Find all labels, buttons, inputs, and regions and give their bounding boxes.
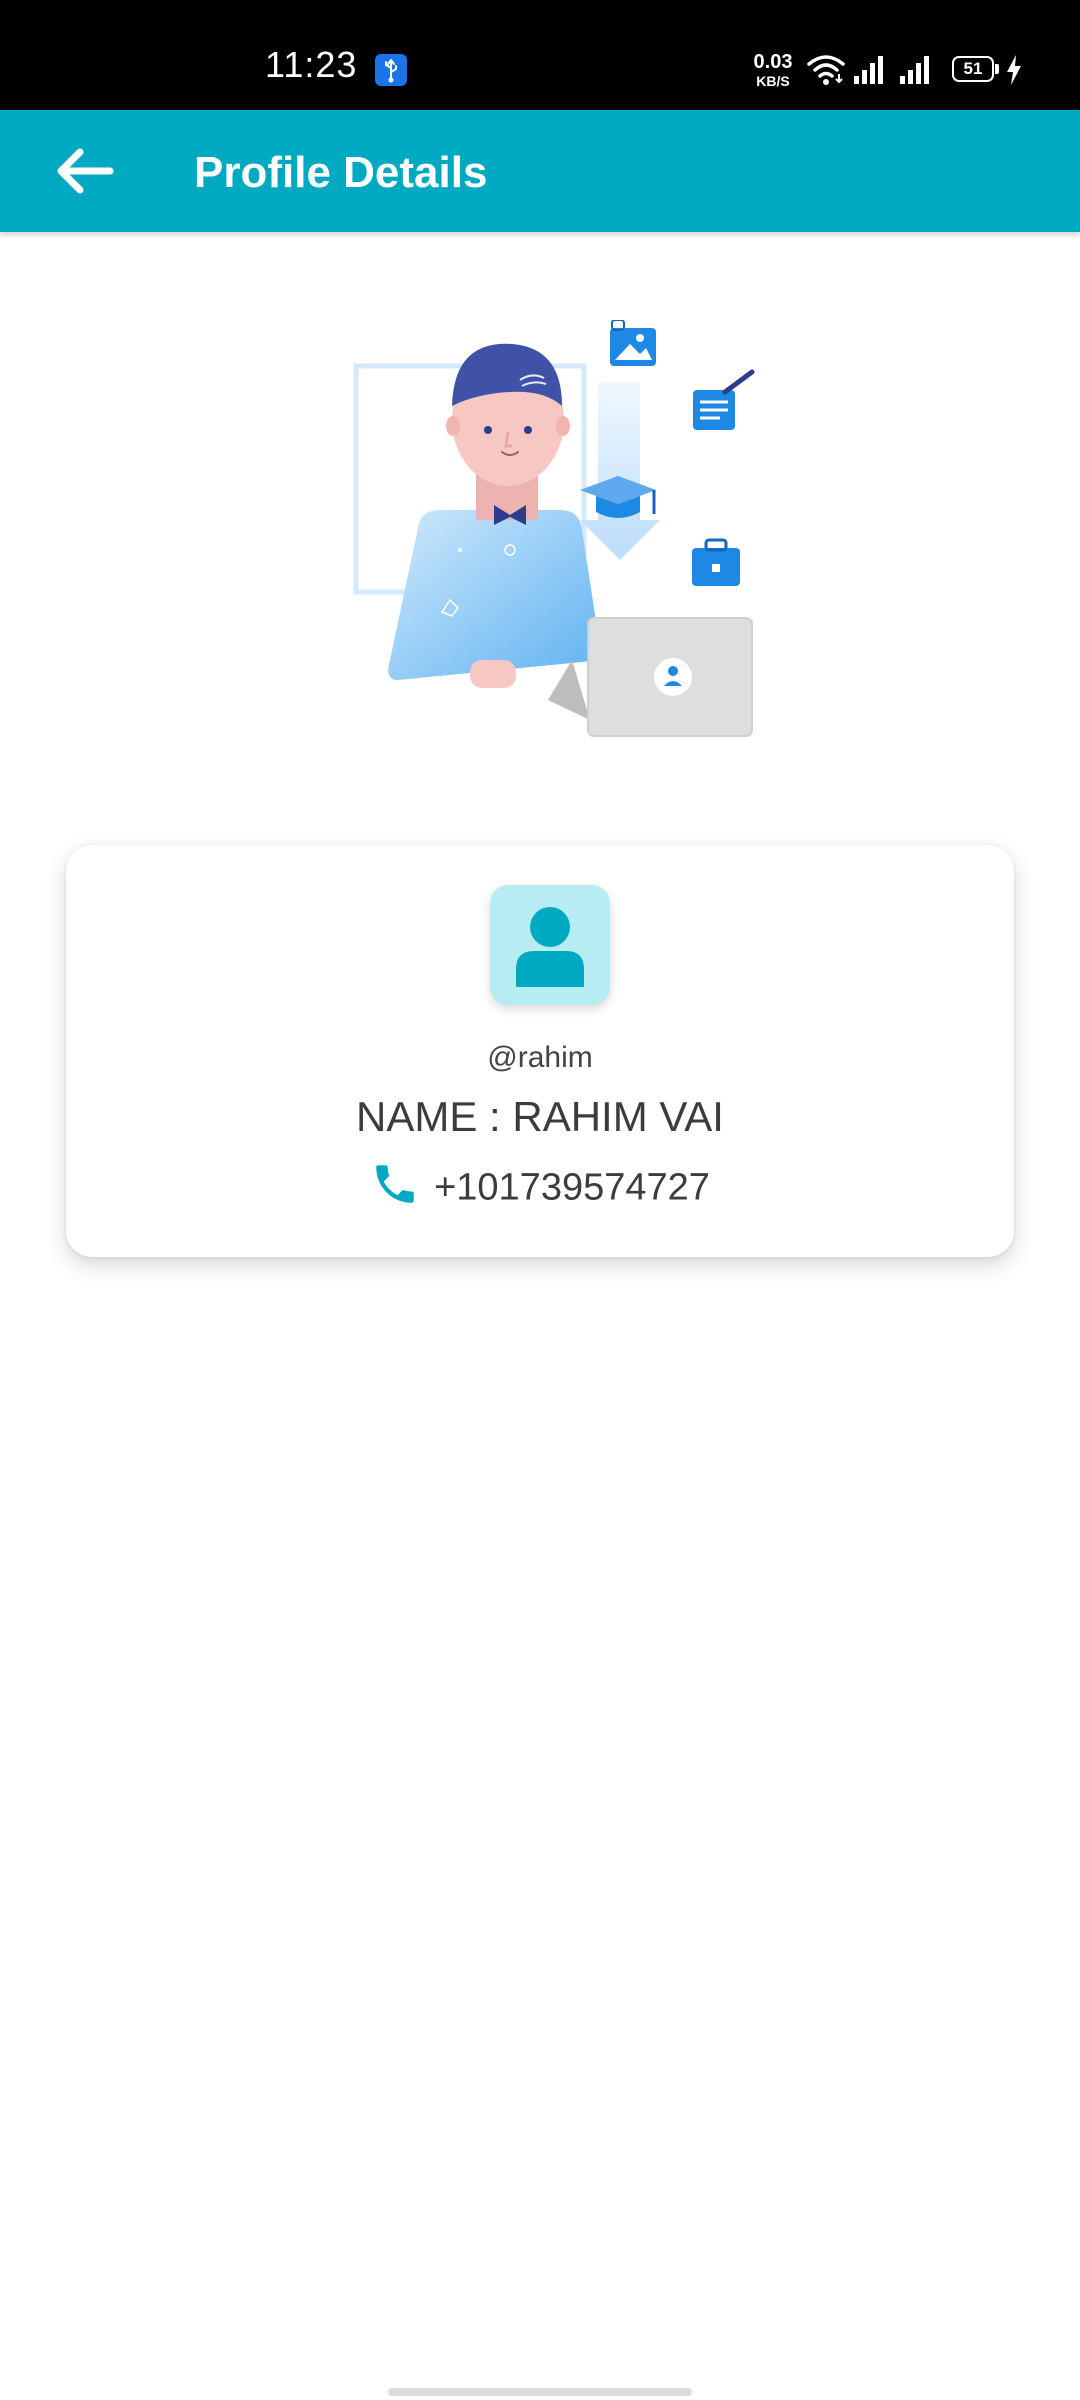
phone-icon [376, 1165, 414, 1203]
phone-number: +101739574727 [434, 1166, 710, 1209]
usb-debug-icon [375, 54, 407, 86]
charging-bolt-icon [1007, 55, 1021, 85]
person-icon [516, 907, 584, 987]
app-bar: Profile Details [0, 110, 1080, 232]
signal-icon [854, 56, 883, 84]
status-time: 11:23 [265, 44, 358, 85]
battery-level: 51 [963, 59, 983, 78]
arrow-left-icon [57, 148, 114, 194]
profile-illustration [353, 320, 755, 737]
battery-tip [995, 64, 999, 74]
home-indicator[interactable] [388, 2388, 692, 2396]
back-button[interactable] [48, 140, 120, 202]
profile-name: NAME : RAHIM VAI [356, 1093, 724, 1140]
battery-icon: 51 [952, 56, 994, 82]
network-speed-unit: KB/S [756, 73, 790, 89]
profile-card: @rahim NAME : RAHIM VAI +101739574727 [66, 845, 1014, 1257]
signal-icon [900, 56, 929, 84]
avatar [490, 885, 610, 1005]
page-title: Profile Details [194, 148, 488, 197]
network-speed: 0.03 KB/S [748, 52, 798, 88]
wifi-icon [807, 55, 845, 85]
status-bar: 11:23 0.03 KB/S 51 [0, 0, 1080, 110]
phone-row: +101739574727 [66, 1163, 1014, 1213]
username: @rahim [487, 1041, 593, 1074]
network-speed-value: 0.03 [753, 51, 793, 73]
